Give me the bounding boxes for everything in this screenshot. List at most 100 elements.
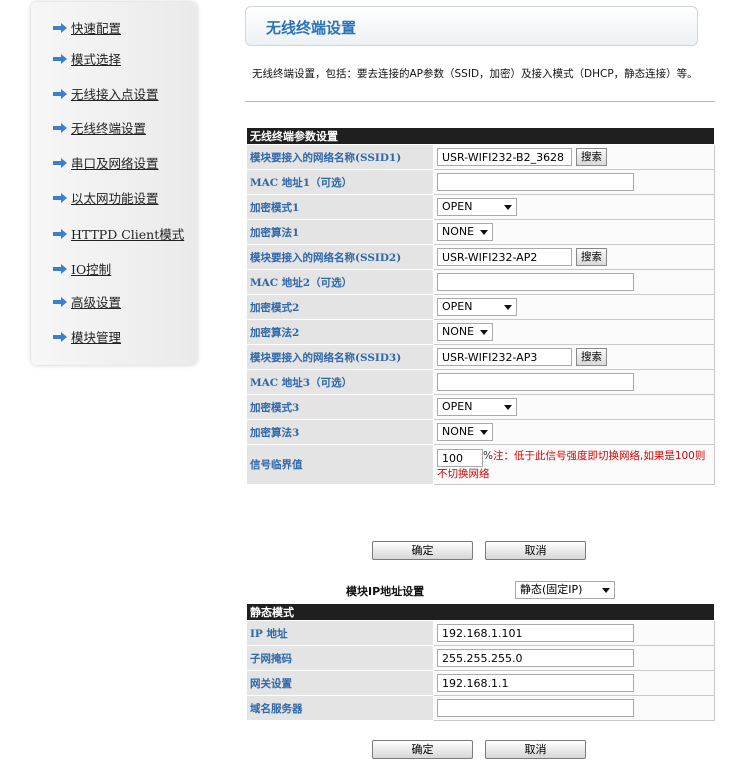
search-button-2[interactable]: 搜索 (576, 248, 607, 266)
sidebar-item-label[interactable]: 模块管理 (71, 327, 121, 346)
chevron-down-icon (504, 405, 512, 410)
ip-cell: 192.168.1.101 (433, 620, 715, 646)
sidebar: 快速配置 模式选择 无线接入点设置 无线终端设置 串口及网络设置 以太网功能设置… (31, 2, 197, 365)
enc-mode1-cell: OPEN (433, 194, 715, 220)
mac1-cell (433, 169, 715, 195)
dns-input[interactable] (437, 699, 634, 717)
ip-input[interactable]: 192.168.1.101 (437, 624, 634, 642)
sidebar-item-label[interactable]: 高级设置 (71, 292, 121, 311)
enc-mode2-select[interactable]: OPEN (437, 298, 517, 316)
sidebar-item-label[interactable]: 无线接入点设置 (71, 84, 159, 103)
mac2-cell (433, 269, 715, 295)
ssid3-input[interactable]: USR-WIFI232-AP3 (437, 348, 572, 366)
sidebar-item-label[interactable]: 以太网功能设置 (71, 188, 159, 207)
gateway-cell: 192.168.1.1 (433, 670, 715, 696)
enc-mode2-label: 加密模式2 (246, 294, 434, 320)
table-heading: 无线终端参数设置 (246, 127, 715, 145)
search-button-1[interactable]: 搜索 (576, 148, 607, 166)
sidebar-item-httpd-client[interactable]: HTTPD Client模式 (53, 224, 184, 243)
chevron-down-icon (480, 430, 488, 435)
sidebar-item-ap-settings[interactable]: 无线接入点设置 (53, 84, 159, 103)
enc-alg2-cell: NONE (433, 319, 715, 345)
page-title: 无线终端设置 (266, 19, 357, 37)
enc-alg3-select[interactable]: NONE (437, 423, 493, 441)
gateway-input[interactable]: 192.168.1.1 (437, 674, 634, 692)
dns-cell (433, 695, 715, 721)
enc-alg3-value: NONE (442, 425, 475, 438)
table-heading: 静态模式 (246, 603, 715, 621)
ok-button-1[interactable]: 确定 (372, 541, 473, 560)
ssid1-input[interactable]: USR-WIFI232-B2_3628 (437, 148, 572, 166)
arrow-right-icon (53, 122, 67, 133)
page-description: 无线终端设置，包括：要去连接的AP参数（SSID，加密）及接入模式（DHCP，静… (252, 68, 698, 80)
arrow-right-icon (53, 22, 67, 33)
sidebar-item-label[interactable]: 无线终端设置 (71, 118, 146, 137)
ssid3-cell: USR-WIFI232-AP3 搜索 (433, 344, 715, 370)
arrow-right-icon (53, 331, 67, 342)
sidebar-item-advanced[interactable]: 高级设置 (53, 292, 121, 311)
mac1-label: MAC 地址1（可选） (246, 169, 434, 195)
ip-mode-value: 静态(固定IP) (520, 583, 583, 596)
enc-mode3-label: 加密模式3 (246, 394, 434, 420)
sidebar-item-sta-settings[interactable]: 无线终端设置 (53, 118, 146, 137)
chevron-down-icon (504, 305, 512, 310)
static-mode-table: 静态模式 IP 地址 192.168.1.101 子网掩码 255.255.25… (246, 603, 715, 721)
sidebar-item-io-control[interactable]: IO控制 (53, 259, 111, 278)
enc-alg1-value: NONE (442, 225, 475, 238)
arrow-right-icon (53, 53, 67, 64)
sidebar-item-uart-network[interactable]: 串口及网络设置 (53, 153, 159, 172)
mac3-label: MAC 地址3（可选） (246, 369, 434, 395)
mask-label: 子网掩码 (246, 645, 434, 671)
threshold-cell: 100 %注：低于此信号强度即切换网络,如果是100则不切换网络 (433, 444, 715, 485)
arrow-right-icon (53, 88, 67, 99)
chevron-down-icon (504, 205, 512, 210)
arrow-right-icon (53, 296, 67, 307)
sidebar-item-module-manage[interactable]: 模块管理 (53, 327, 121, 346)
search-button-3[interactable]: 搜索 (576, 348, 607, 366)
enc-alg3-label: 加密算法3 (246, 419, 434, 445)
page-title-box: 无线终端设置 (245, 6, 698, 46)
sidebar-item-label[interactable]: 快速配置 (71, 18, 121, 37)
ip-mode-select[interactable]: 静态(固定IP) (515, 581, 615, 599)
sidebar-item-label[interactable]: IO控制 (71, 259, 111, 278)
ssid1-label: 模块要接入的网络名称(SSID1) (246, 144, 434, 170)
sidebar-item-label[interactable]: 模式选择 (71, 49, 121, 68)
sidebar-item-label[interactable]: HTTPD Client模式 (71, 224, 184, 243)
divider (245, 101, 715, 102)
enc-alg1-cell: NONE (433, 219, 715, 245)
enc-mode2-value: OPEN (442, 300, 473, 313)
ssid3-label: 模块要接入的网络名称(SSID3) (246, 344, 434, 370)
mac2-input[interactable] (437, 273, 634, 291)
sidebar-item-mode-select[interactable]: 模式选择 (53, 49, 121, 68)
mac1-input[interactable] (437, 173, 634, 191)
chevron-down-icon (602, 588, 610, 593)
enc-alg3-cell: NONE (433, 419, 715, 445)
enc-alg2-select[interactable]: NONE (437, 323, 493, 341)
threshold-input[interactable]: 100 (437, 448, 483, 467)
enc-mode1-label: 加密模式1 (246, 194, 434, 220)
enc-mode1-value: OPEN (442, 200, 473, 213)
mac3-input[interactable] (437, 373, 634, 391)
ok-button-2[interactable]: 确定 (372, 740, 473, 759)
sidebar-item-label[interactable]: 串口及网络设置 (71, 153, 159, 172)
cancel-button-2[interactable]: 取消 (485, 740, 586, 759)
enc-alg1-label: 加密算法1 (246, 219, 434, 245)
arrow-right-icon (53, 228, 67, 239)
sidebar-item-ethernet[interactable]: 以太网功能设置 (53, 188, 159, 207)
sidebar-item-quick-config[interactable]: 快速配置 (53, 18, 121, 37)
threshold-unit: % (483, 449, 493, 462)
ip-label: IP 地址 (246, 620, 434, 646)
chevron-down-icon (480, 230, 488, 235)
ip-mode-label: 模块IP地址设置 (346, 585, 425, 598)
enc-mode3-cell: OPEN (433, 394, 715, 420)
ssid1-cell: USR-WIFI232-B2_3628 搜索 (433, 144, 715, 170)
arrow-right-icon (53, 263, 67, 274)
mac3-cell (433, 369, 715, 395)
cancel-button-1[interactable]: 取消 (485, 541, 586, 560)
enc-mode3-select[interactable]: OPEN (437, 398, 517, 416)
sta-params-table: 无线终端参数设置 模块要接入的网络名称(SSID1) USR-WIFI232-B… (246, 127, 715, 485)
ssid2-input[interactable]: USR-WIFI232-AP2 (437, 248, 572, 266)
enc-alg1-select[interactable]: NONE (437, 223, 493, 241)
enc-mode1-select[interactable]: OPEN (437, 198, 517, 216)
mask-input[interactable]: 255.255.255.0 (437, 649, 634, 667)
